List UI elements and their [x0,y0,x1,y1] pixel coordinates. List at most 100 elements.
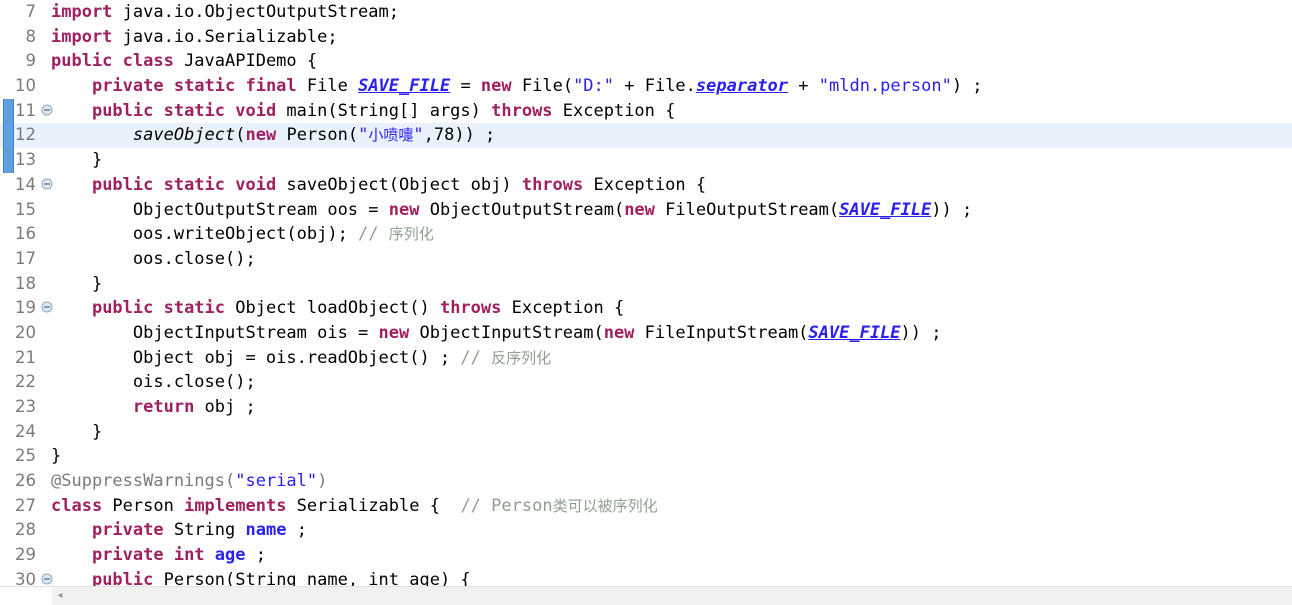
token: SAVE_FILE [839,199,932,220]
java-code-editor[interactable]: 7 import java.io.ObjectOutputStream; 8 impo… [0,0,1292,605]
code-text: return obj ; [51,395,256,420]
code-line[interactable]: 16 oos.writeObject(obj); // 序列化 [0,222,1292,247]
token: Exception { [583,174,707,195]
token: + File. [614,76,696,97]
token: )) ; [900,322,942,343]
code-text: public static void main(String[] args) t… [51,99,675,124]
code-line[interactable]: 12 saveObject(new Person("小喷嚏",78)) ; [0,123,1292,149]
token: } [51,421,103,442]
code-line[interactable]: 23 return obj ; [0,395,1292,420]
code-text: @SuppressWarnings("serial") [51,469,327,494]
line-number: 22 [15,372,36,392]
token: throws [491,100,553,121]
line-number: 19 [15,298,36,318]
token: public static void [91,100,277,121]
token: saveObject(Object obj) [276,174,522,195]
token: private [91,520,164,541]
token: public [91,569,154,586]
line-number: 20 [15,322,36,342]
code-text: ois.close(); [51,370,256,395]
token: + [788,76,819,97]
code-line[interactable]: 30 public Person(String name, int age) { [0,568,1292,586]
code-text: saveObject(new Person("小喷嚏",78)) ; [51,123,495,148]
token: ( [235,125,246,146]
code-line[interactable]: 27 class Person implements Serializable {… [0,494,1292,519]
token: java.io.ObjectOutputStream; [112,2,399,22]
token: @SuppressWarnings( [51,471,236,492]
line-number: 7 [25,2,37,21]
token: FileInputStream( [634,322,809,343]
code-text: Object obj = ois.readObject() ; // 反序列化 [51,346,551,371]
line-number: 24 [15,421,36,441]
code-line[interactable]: 10 private static final File SAVE_FILE =… [0,74,1292,99]
code-line[interactable]: 24 } [0,420,1292,445]
code-text: ObjectInputStream ois = new ObjectInputS… [51,321,942,346]
horizontal-scrollbar[interactable]: ◂ [0,586,1292,605]
code-text: private static final File SAVE_FILE = ne… [51,74,983,99]
token: java.io.Serializable; [112,26,338,47]
token: SAVE_FILE [808,322,901,343]
code-area[interactable]: 7 import java.io.ObjectOutputStream; 8 impo… [0,0,1292,586]
token: ; [286,520,307,541]
token: public static void [91,174,277,195]
fold-collapse-icon[interactable] [40,173,54,198]
code-line[interactable]: 17 oos.close(); [0,247,1292,272]
code-line[interactable]: 19 public static Object loadObject() thr… [0,296,1292,321]
token: Object loadObject() [225,298,440,319]
code-line[interactable]: 9 public class JavaAPIDemo { [0,49,1292,74]
line-number: 18 [15,273,36,293]
code-line[interactable]: 28 private String name ; [0,518,1292,543]
code-line[interactable]: 20 ObjectInputStream ois = new ObjectInp… [0,321,1292,346]
token: } [51,273,103,294]
code-line[interactable]: 14 public static void saveObject(Object … [0,173,1292,198]
token: // [358,224,389,245]
code-line[interactable]: 15 ObjectOutputStream oos = new ObjectOu… [0,198,1292,223]
token: ,78)) ; [423,125,496,146]
code-line[interactable]: 29 private int age ; [0,543,1292,568]
scroll-left-arrow-icon[interactable]: ◂ [52,587,68,605]
code-text: } [51,420,102,445]
token: public static [91,298,226,319]
token: separator [695,76,789,97]
line-number: 16 [15,224,36,244]
code-text: public Person(String name, int age) { [51,568,471,586]
code-line[interactable]: 22 ois.close(); [0,370,1292,395]
change-marker-bar [3,98,14,173]
code-line[interactable]: 26 @SuppressWarnings("serial") [0,469,1292,494]
code-line[interactable]: 21 Object obj = ois.readObject() ; // 反序… [0,346,1292,371]
fold-collapse-icon[interactable] [40,296,54,321]
code-line[interactable]: 11 public static void main(String[] args… [0,99,1292,124]
token: new [624,199,655,220]
token: import [51,2,113,22]
line-number: 21 [15,347,36,367]
code-line[interactable]: 18 } [0,272,1292,297]
token: ObjectOutputStream( [419,199,625,220]
token: private static final [91,76,297,97]
token: "mldn.person" [818,76,952,97]
code-line[interactable]: 7 import java.io.ObjectOutputStream; [0,0,1292,25]
code-line[interactable]: 8 import java.io.Serializable; [0,25,1292,50]
scrollbar-track[interactable] [68,587,1292,605]
line-number: 27 [15,495,36,515]
token: Serializable { [286,495,461,516]
line-number: 26 [15,471,36,491]
code-text: } [51,444,61,469]
fold-collapse-icon[interactable] [40,99,54,124]
fold-collapse-icon[interactable] [40,568,54,586]
token: new [378,322,410,343]
code-line[interactable]: 25} [0,444,1292,469]
token: File( [511,76,574,97]
code-line[interactable]: 13 } [0,148,1292,173]
token: = [450,76,481,97]
token: ObjectOutputStream oos = [51,199,389,220]
token: } [51,446,62,467]
token: JavaAPIDemo { [173,51,318,72]
token: Person(String name, int age) { [153,569,471,586]
code-text: private int age ; [51,543,266,568]
